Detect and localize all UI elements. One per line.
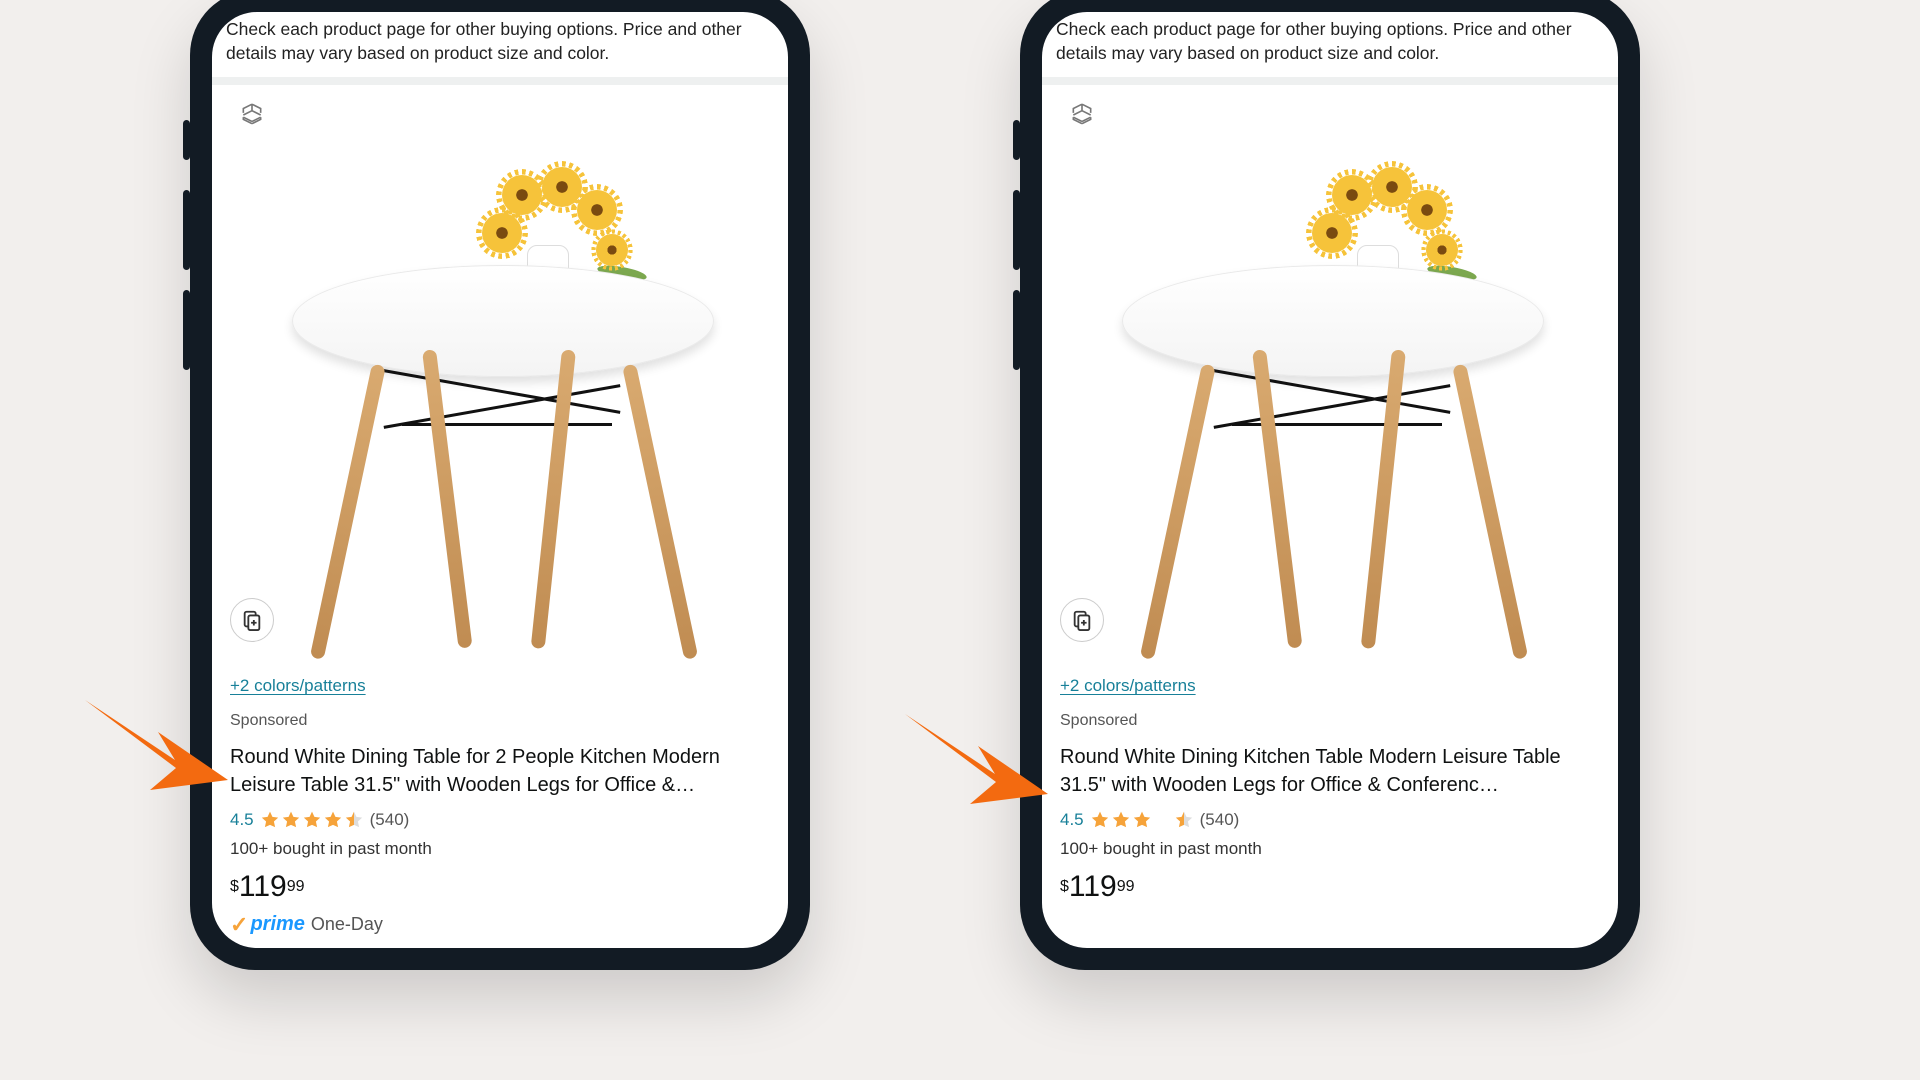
- rating-row[interactable]: 4.5 (540): [230, 807, 770, 833]
- phone-mockup-left: Check each product page for other buying…: [190, 0, 810, 970]
- phone-side-button: [1013, 120, 1020, 160]
- product-meta: +2 colors/patterns Sponsored Round White…: [1042, 660, 1618, 908]
- ar-view-icon[interactable]: [1066, 99, 1098, 131]
- bought-in-past-month: 100+ bought in past month: [1060, 836, 1600, 862]
- product-title[interactable]: Round White Dining Kitchen Table Modern …: [1060, 743, 1600, 799]
- star-rating-icon: [260, 810, 364, 830]
- options-notice: Check each product page for other buying…: [1042, 14, 1618, 77]
- review-count: (540): [1200, 807, 1240, 833]
- options-notice: Check each product page for other buying…: [212, 14, 788, 77]
- phone-side-button: [183, 120, 190, 160]
- sponsored-label: Sponsored: [1060, 709, 1600, 733]
- price-currency: $: [230, 875, 239, 899]
- product-image[interactable]: [212, 85, 788, 660]
- phone-mockup-right: Check each product page for other buying…: [1020, 0, 1640, 970]
- product-title[interactable]: Round White Dining Table for 2 People Ki…: [230, 743, 770, 799]
- delivery-text: One-Day: [311, 911, 383, 938]
- sponsored-label: Sponsored: [230, 709, 770, 733]
- price-whole: 119: [239, 872, 287, 902]
- product-meta: +2 colors/patterns Sponsored Round White…: [212, 660, 788, 947]
- prime-logo-icon: ✓prime: [230, 908, 305, 941]
- phone-screen[interactable]: Check each product page for other buying…: [212, 12, 788, 948]
- phone-side-button: [183, 190, 190, 270]
- price: $ 119 99: [1060, 872, 1600, 902]
- rating-value: 4.5: [230, 807, 254, 833]
- star-rating-icon: [1090, 810, 1194, 830]
- price-cents: 99: [287, 875, 305, 899]
- phone-side-button: [1013, 190, 1020, 270]
- product-illustration: [262, 165, 742, 645]
- colors-patterns-link[interactable]: +2 colors/patterns: [230, 676, 366, 695]
- phone-side-button: [183, 290, 190, 370]
- prime-delivery-row: ✓prime One-Day: [230, 908, 770, 941]
- comparison-stage: Check each product page for other buying…: [0, 0, 1920, 1080]
- phone-side-button: [1013, 290, 1020, 370]
- product-card[interactable]: +2 colors/patterns Sponsored Round White…: [1042, 77, 1618, 908]
- phone-screen[interactable]: Check each product page for other buying…: [1042, 12, 1618, 948]
- product-card[interactable]: +2 colors/patterns Sponsored Round White…: [212, 77, 788, 947]
- price: $ 119 99: [230, 872, 770, 902]
- product-illustration: [1092, 165, 1572, 645]
- ar-view-icon[interactable]: [236, 99, 268, 131]
- review-count: (540): [370, 807, 410, 833]
- price-currency: $: [1060, 875, 1069, 899]
- price-cents: 99: [1117, 875, 1135, 899]
- product-image[interactable]: [1042, 85, 1618, 660]
- bought-in-past-month: 100+ bought in past month: [230, 836, 770, 862]
- save-to-list-icon[interactable]: [1060, 598, 1104, 642]
- rating-row[interactable]: 4.5 (540): [1060, 807, 1600, 833]
- price-whole: 119: [1069, 872, 1117, 902]
- save-to-list-icon[interactable]: [230, 598, 274, 642]
- colors-patterns-link[interactable]: +2 colors/patterns: [1060, 676, 1196, 695]
- rating-value: 4.5: [1060, 807, 1084, 833]
